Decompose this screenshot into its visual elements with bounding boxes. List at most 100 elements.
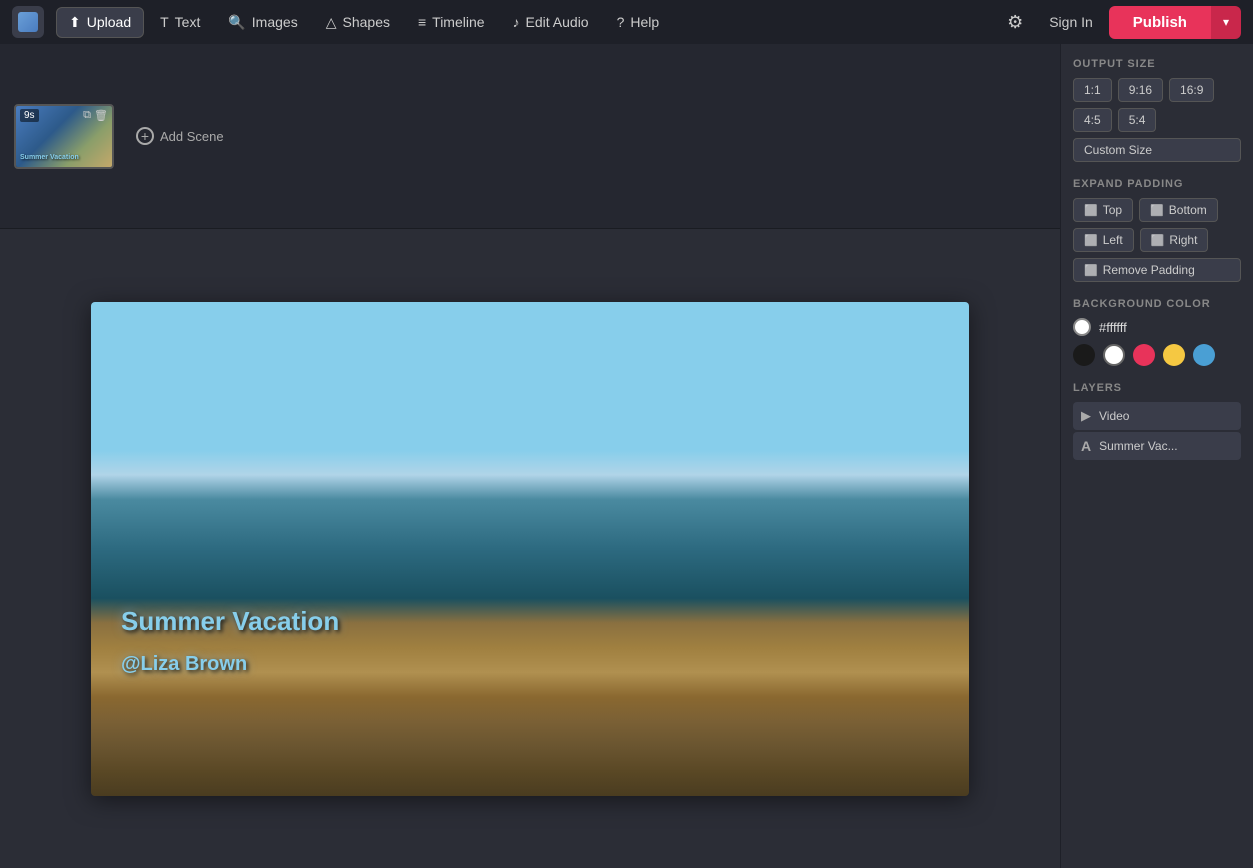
right-panel: OUTPUT SIZE 1:1 9:16 16:9 4:5 5:4 Custom… (1060, 44, 1253, 868)
padding-buttons: ⬜ Top ⬜ Bottom ⬜ Left ⬜ Right (1073, 198, 1241, 252)
upload-icon: ⬆ (69, 14, 81, 31)
layer-text-name: Summer Vac... (1099, 439, 1208, 453)
images-label: Images (252, 14, 298, 30)
output-size-title: OUTPUT SIZE (1073, 58, 1241, 70)
size-16x9-button[interactable]: 16:9 (1169, 78, 1214, 102)
add-scene-label: Add Scene (160, 129, 224, 144)
scene-icons: ⧉ 🗑 (83, 109, 108, 122)
swatch-yellow[interactable] (1163, 344, 1185, 366)
padding-bottom-label: Bottom (1169, 203, 1207, 217)
text-icon: T (160, 14, 169, 30)
padding-left-icon: ⬜ (1084, 234, 1098, 247)
layer-text-icon: A (1081, 438, 1091, 454)
bg-color-hex: #ffffff (1099, 320, 1127, 335)
layers-list: ▶ Video 🗑 A Summer Vac... 🗑 (1073, 402, 1241, 460)
padding-top-button[interactable]: ⬜ Top (1073, 198, 1133, 222)
bg-color-display: #ffffff (1073, 318, 1241, 336)
layers-section: LAYERS ▶ Video 🗑 A Summer Vac... 🗑 (1073, 382, 1241, 460)
edit-audio-label: Edit Audio (526, 14, 589, 30)
padding-top-icon: ⬜ (1084, 204, 1098, 217)
timeline-button[interactable]: ≡ Timeline (406, 8, 497, 36)
background-color-title: BACKGROUND COLOR (1073, 298, 1241, 310)
publish-button[interactable]: Publish (1109, 6, 1211, 39)
sign-in-button[interactable]: Sign In (1037, 8, 1105, 36)
swatch-red[interactable] (1133, 344, 1155, 366)
audio-icon: ♪ (513, 14, 520, 30)
scene-duration: 9s (20, 109, 39, 122)
video-text-overlay: Summer Vacation @Liza Brown (121, 606, 339, 676)
video-background (91, 302, 969, 796)
padding-left-button[interactable]: ⬜ Left (1073, 228, 1134, 252)
background-color-section: BACKGROUND COLOR #ffffff (1073, 298, 1241, 366)
publish-label: Publish (1133, 14, 1187, 31)
help-button[interactable]: ? Help (605, 8, 672, 36)
scene-text-overlay: Summer Vacation (20, 154, 79, 161)
expand-padding-title: EXPAND PADDING (1073, 178, 1241, 190)
padding-bottom-button[interactable]: ⬜ Bottom (1139, 198, 1218, 222)
upload-button[interactable]: ⬆ Upload (56, 7, 144, 38)
size-buttons: 1:1 9:16 16:9 4:5 5:4 (1073, 78, 1241, 132)
scene-delete-icon[interactable]: 🗑 (94, 109, 108, 122)
size-4x5-button[interactable]: 4:5 (1073, 108, 1112, 132)
main-area: 9s ⧉ 🗑 Summer Vacation + Add Scene Summe… (0, 44, 1253, 868)
layers-title: LAYERS (1073, 382, 1241, 394)
add-scene-button[interactable]: + Add Scene (128, 119, 232, 153)
remove-padding-button[interactable]: ⬜ Remove Padding (1073, 258, 1241, 282)
layer-text[interactable]: A Summer Vac... 🗑 (1073, 432, 1241, 460)
swatch-black[interactable] (1073, 344, 1095, 366)
layer-video-icon: ▶ (1081, 408, 1091, 424)
settings-icon: ⚙ (1007, 12, 1023, 32)
shapes-button[interactable]: △ Shapes (314, 8, 402, 37)
video-subtitle[interactable]: @Liza Brown (121, 653, 339, 676)
left-panel: 9s ⧉ 🗑 Summer Vacation + Add Scene Summe… (0, 44, 1060, 868)
shapes-label: Shapes (343, 14, 390, 30)
size-9x16-button[interactable]: 9:16 (1118, 78, 1163, 102)
size-5x4-button[interactable]: 5:4 (1118, 108, 1157, 132)
padding-right-icon: ⬜ (1151, 234, 1165, 247)
video-canvas[interactable]: Summer Vacation @Liza Brown (91, 302, 969, 796)
padding-top-label: Top (1103, 203, 1122, 217)
scene-thumbnail[interactable]: 9s ⧉ 🗑 Summer Vacation (14, 104, 114, 169)
text-button[interactable]: T Text (148, 8, 212, 36)
logo-icon (18, 12, 38, 32)
publish-arrow-icon: ▾ (1223, 15, 1229, 29)
remove-padding-icon: ⬜ (1084, 264, 1098, 277)
help-label: Help (630, 14, 659, 30)
custom-size-button[interactable]: Custom Size (1073, 138, 1241, 162)
publish-group: Publish ▾ (1109, 6, 1241, 39)
video-title[interactable]: Summer Vacation (121, 606, 339, 637)
custom-size-label: Custom Size (1084, 143, 1152, 157)
padding-right-button[interactable]: ⬜ Right (1140, 228, 1209, 252)
upload-label: Upload (87, 14, 131, 30)
remove-padding-label: Remove Padding (1103, 263, 1195, 277)
timeline-icon: ≡ (418, 14, 426, 30)
scene-copy-icon[interactable]: ⧉ (83, 109, 91, 122)
padding-bottom-icon: ⬜ (1150, 204, 1164, 217)
color-swatches (1073, 344, 1241, 366)
sign-in-label: Sign In (1049, 14, 1093, 30)
padding-right-label: Right (1169, 233, 1197, 247)
swatch-blue[interactable] (1193, 344, 1215, 366)
publish-dropdown-button[interactable]: ▾ (1211, 6, 1241, 39)
timeline-label: Timeline (432, 14, 484, 30)
images-icon: 🔍 (228, 14, 245, 31)
header: ⬆ Upload T Text 🔍 Images △ Shapes ≡ Time… (0, 0, 1253, 44)
settings-button[interactable]: ⚙ (997, 6, 1033, 39)
bg-color-picker[interactable] (1073, 318, 1091, 336)
text-label: Text (175, 14, 201, 30)
layer-video[interactable]: ▶ Video 🗑 (1073, 402, 1241, 430)
size-1x1-button[interactable]: 1:1 (1073, 78, 1112, 102)
canvas-area: Summer Vacation @Liza Brown (0, 229, 1060, 868)
output-size-section: OUTPUT SIZE 1:1 9:16 16:9 4:5 5:4 Custom… (1073, 58, 1241, 162)
shapes-icon: △ (326, 14, 337, 31)
images-button[interactable]: 🔍 Images (216, 8, 309, 37)
help-icon: ? (617, 14, 625, 30)
edit-audio-button[interactable]: ♪ Edit Audio (501, 8, 601, 36)
swatch-white[interactable] (1103, 344, 1125, 366)
logo-button[interactable] (12, 6, 44, 38)
expand-padding-section: EXPAND PADDING ⬜ Top ⬜ Bottom ⬜ Left ⬜ R… (1073, 178, 1241, 282)
layer-video-name: Video (1099, 409, 1208, 423)
scenes-strip: 9s ⧉ 🗑 Summer Vacation + Add Scene (0, 44, 1060, 229)
padding-left-label: Left (1103, 233, 1123, 247)
add-scene-icon: + (136, 127, 154, 145)
